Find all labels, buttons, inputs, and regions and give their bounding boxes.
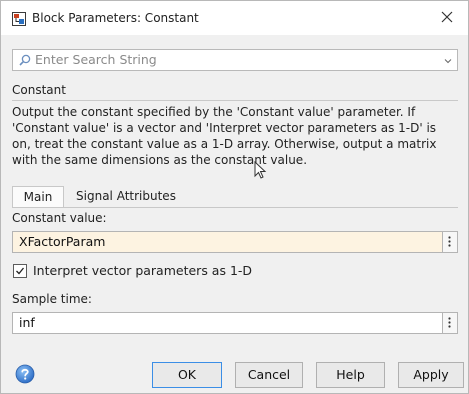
close-button[interactable] [436, 6, 458, 28]
search-input[interactable]: Enter Search String [12, 49, 458, 71]
constant-value-label: Constant value: [12, 211, 107, 225]
search-placeholder: Enter Search String [35, 52, 157, 67]
checkmark-icon [16, 267, 25, 275]
tab-main[interactable]: Main [12, 186, 64, 208]
apply-button[interactable]: Apply [398, 362, 464, 388]
help-icon[interactable] [15, 364, 35, 384]
block-description: Output the constant specified by the 'Co… [12, 105, 437, 167]
block-name-heading: Constant [12, 83, 66, 97]
interpret-vector-checkbox[interactable] [13, 264, 27, 278]
section-divider [12, 100, 458, 101]
constant-value-menu-button[interactable] [442, 231, 458, 253]
window-title: Block Parameters: Constant [32, 11, 199, 25]
sample-time-label: Sample time: [12, 292, 92, 306]
mouse-pointer-icon [254, 160, 268, 181]
constant-value-text: XFactorParam [19, 234, 106, 249]
help-button[interactable]: Help [316, 362, 385, 388]
constant-value-field[interactable]: XFactorParam [12, 231, 458, 253]
cancel-button[interactable]: Cancel [235, 362, 303, 388]
close-icon[interactable] [441, 11, 453, 23]
title-bar: Block Parameters: Constant [1, 1, 468, 35]
simulink-block-icon [12, 12, 26, 26]
sample-time-menu-button[interactable] [442, 312, 458, 334]
search-icon [19, 54, 31, 66]
more-options-icon[interactable] [448, 236, 451, 247]
ok-button[interactable]: OK [152, 362, 222, 388]
more-options-icon[interactable] [448, 317, 451, 328]
sample-time-field[interactable]: inf [12, 312, 458, 334]
tab-signal-attributes[interactable]: Signal Attributes [65, 186, 187, 207]
interpret-vector-label: Interpret vector parameters as 1-D [33, 263, 253, 278]
chevron-down-icon[interactable] [443, 55, 453, 65]
sample-time-text: inf [19, 315, 35, 330]
block-parameters-dialog: Block Parameters: Constant Enter Search … [0, 0, 469, 394]
